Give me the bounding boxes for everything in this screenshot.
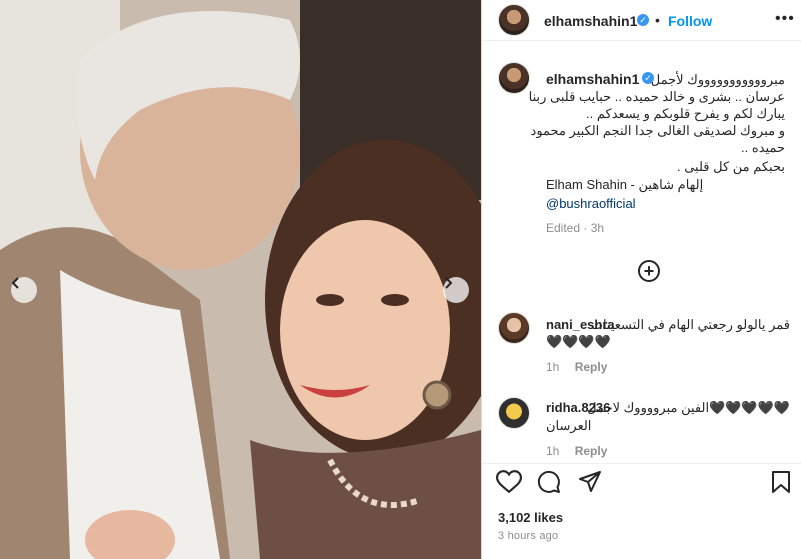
post-time: 3 hours ago	[498, 530, 559, 542]
comment-time: 1h	[546, 360, 560, 374]
caption-signature: Elham Shahin - إلهام شاهين	[546, 177, 704, 192]
bookmark-icon[interactable]	[771, 470, 791, 494]
comment-meta: 1h Reply	[546, 360, 607, 374]
caption-line: بحبكم من كل قلبى .	[677, 159, 785, 174]
caption-line: حميده ..	[741, 140, 785, 155]
comment-meta: 1h Reply	[546, 444, 607, 458]
carousel-prev-button[interactable]	[11, 277, 37, 303]
separator-dot: •	[655, 12, 660, 28]
comment-text: 🖤🖤🖤🖤	[546, 334, 611, 349]
comment-text: 🖤🖤🖤🖤🖤الفين مبرووووك لاجمل	[587, 400, 790, 415]
more-options-icon[interactable]: •••	[775, 10, 795, 28]
plus-circle-icon: +	[643, 261, 655, 281]
post-photo	[0, 0, 481, 559]
caption-line: يبارك لكم و يفرح قلوبكم و يسعدكم ..	[586, 106, 785, 121]
chevron-right-icon	[445, 277, 453, 289]
verified-badge-icon: ✓	[637, 14, 649, 26]
caption-edited-time: Edited · 3h	[546, 221, 605, 235]
post-side-panel: elhamshahin1 ✓ • Follow ••• elhamshahin1…	[481, 0, 801, 559]
header-username[interactable]: elhamshahin1	[544, 13, 637, 29]
photo-illustration	[0, 0, 481, 559]
reply-button[interactable]: Reply	[575, 360, 608, 374]
paper-plane-icon[interactable]	[578, 470, 602, 494]
comment-text: قمر يالولو رجعتي الهام في التسعينات	[590, 317, 790, 332]
comment-text: العرسان	[546, 418, 592, 433]
post-header: elhamshahin1 ✓ • Follow •••	[482, 0, 801, 41]
chevron-left-icon	[11, 277, 19, 289]
likes-count[interactable]: 3,102 likes	[498, 510, 563, 525]
post-actions-bar	[482, 463, 801, 501]
caption-mention-link[interactable]: @bushraofficial	[546, 196, 636, 211]
caption-line: عرسان .. بشرى و خالد حميده .. حبايب قلبى…	[528, 89, 785, 104]
comment-icon[interactable]	[537, 470, 561, 494]
caption-line: مبروووووووووووك لأجمل	[650, 72, 785, 87]
follow-button[interactable]: Follow	[668, 13, 712, 29]
avatar[interactable]	[498, 4, 530, 36]
caption-line: و مبروك لصديقى الغالى جدا النجم الكبير م…	[530, 123, 785, 138]
heart-icon[interactable]	[496, 470, 522, 494]
reply-button[interactable]: Reply	[575, 444, 608, 458]
load-more-comments-button[interactable]: +	[638, 260, 660, 282]
carousel-next-button[interactable]	[443, 277, 469, 303]
comment-time: 1h	[546, 444, 560, 458]
